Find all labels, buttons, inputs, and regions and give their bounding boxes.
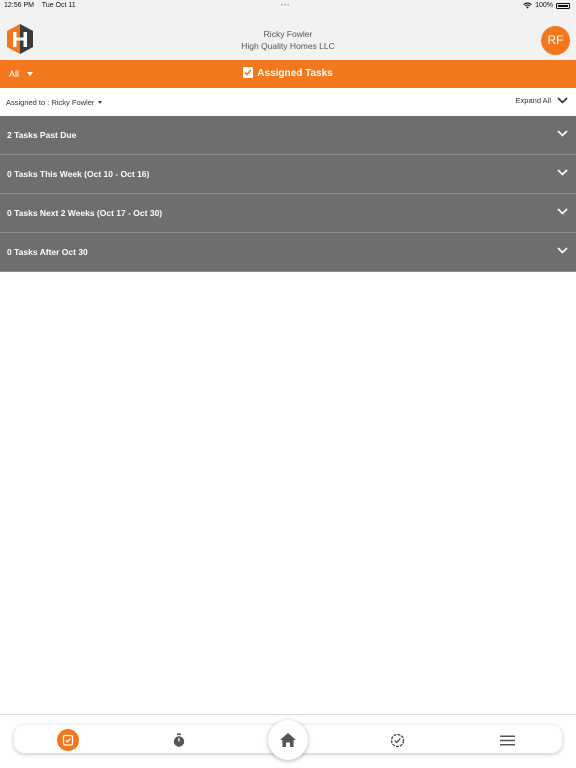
tab-tasks[interactable] <box>57 729 79 751</box>
home-icon <box>280 733 296 747</box>
company-name: High Quality Homes LLC <box>241 41 335 51</box>
chevron-down-icon <box>557 130 568 137</box>
task-groups: 2 Tasks Past Due 0 Tasks This Week (Oct … <box>0 116 576 272</box>
bottom-divider <box>0 714 576 715</box>
status-time: 12:56 PM <box>4 2 34 9</box>
chevron-down-icon <box>557 247 568 254</box>
status-date: Tue Oct 11 <box>41 2 76 9</box>
wifi-icon <box>523 2 532 9</box>
stopwatch-icon <box>173 733 185 747</box>
assigned-row: Assigned to : Ricky Fowler Expand All <box>0 88 576 116</box>
group-label: 0 Tasks After Oct 30 <box>7 247 88 257</box>
chevron-down-icon <box>557 208 568 215</box>
avatar[interactable]: RF <box>541 26 570 55</box>
tab-approvals[interactable] <box>386 729 408 751</box>
tab-timer[interactable] <box>168 729 190 751</box>
status-bar: 12:56 PM Tue Oct 11 ••• 100% <box>0 0 576 12</box>
tab-menu[interactable] <box>496 729 518 751</box>
chevron-down-icon <box>557 169 568 176</box>
group-label: 0 Tasks This Week (Oct 10 - Oct 16) <box>7 169 150 179</box>
task-group-past-due[interactable]: 2 Tasks Past Due <box>0 116 576 155</box>
hamburger-menu-icon <box>499 735 515 745</box>
group-label: 0 Tasks Next 2 Weeks (Oct 17 - Oct 30) <box>7 208 163 218</box>
group-label: 2 Tasks Past Due <box>7 130 77 140</box>
battery-icon <box>556 2 570 9</box>
user-name: Ricky Fowler <box>263 29 313 39</box>
header-user-info: Ricky Fowler High Quality Homes LLC <box>0 28 576 52</box>
expand-all-button[interactable]: Expand All <box>516 96 568 105</box>
badge-check-icon <box>390 733 404 747</box>
caret-down-icon <box>98 101 103 104</box>
task-check-icon <box>62 734 74 746</box>
assigned-label: Assigned to : Ricky Fowler <box>6 98 95 107</box>
task-group-after[interactable]: 0 Tasks After Oct 30 <box>0 233 576 272</box>
page-title: Assigned Tasks <box>257 68 333 79</box>
home-button[interactable] <box>268 720 308 760</box>
assigned-to-dropdown[interactable]: Assigned to : Ricky Fowler <box>6 98 103 107</box>
checkbox-icon <box>243 67 254 78</box>
app-header: Ricky Fowler High Quality Homes LLC RF <box>0 12 576 60</box>
expand-all-label: Expand All <box>515 96 551 105</box>
chevron-down-icon <box>557 97 568 104</box>
task-group-next-2-weeks[interactable]: 0 Tasks Next 2 Weeks (Oct 17 - Oct 30) <box>0 194 576 233</box>
title-bar: All Assigned Tasks <box>0 60 576 88</box>
multitask-dots[interactable]: ••• <box>281 3 290 9</box>
task-group-this-week[interactable]: 0 Tasks This Week (Oct 10 - Oct 16) <box>0 155 576 194</box>
battery-percent: 100% <box>535 2 553 9</box>
